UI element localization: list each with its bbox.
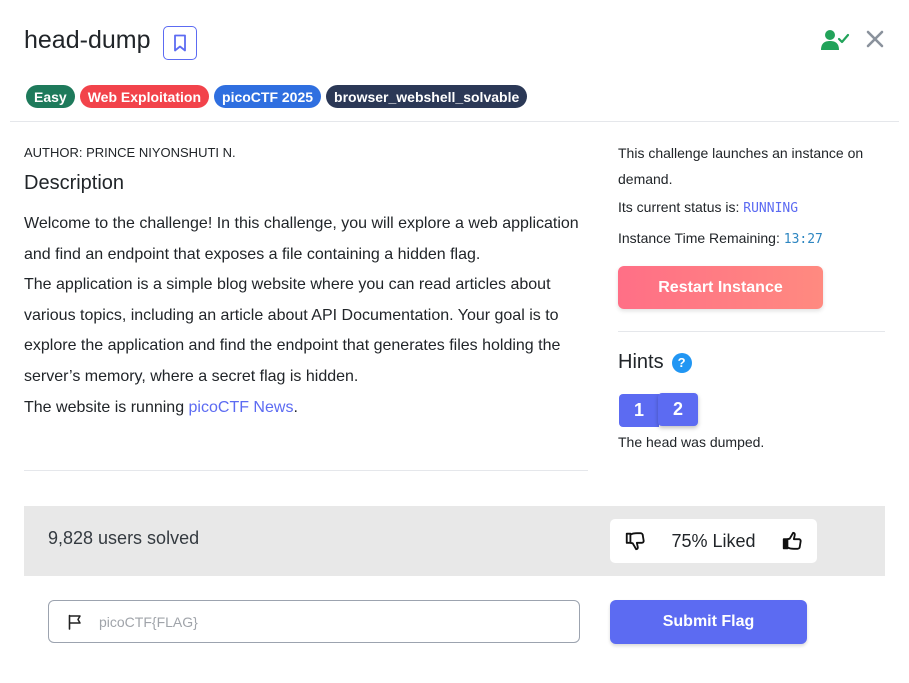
description-body: Welcome to the challenge! In this challe… [24, 209, 584, 423]
bookmark-button[interactable] [163, 26, 197, 60]
hints-title: Hints [618, 351, 664, 373]
tag-webshell[interactable]: browser_webshell_solvable [326, 85, 528, 108]
challenge-modal: head-dump Easy Web Exploitation picoCTF … [0, 0, 909, 683]
submit-flag-button[interactable]: Submit Flag [610, 600, 807, 644]
bookmark-icon [174, 34, 186, 52]
tag-event[interactable]: picoCTF 2025 [214, 85, 322, 108]
tag-category[interactable]: Web Exploitation [79, 85, 210, 108]
time-label: Instance Time Remaining: [618, 230, 784, 246]
user-check-icon[interactable] [820, 28, 850, 52]
help-icon[interactable]: ? [671, 352, 692, 373]
instance-launch-text: This challenge launches an instance on d… [618, 145, 864, 187]
close-icon[interactable] [864, 28, 886, 50]
description-text: The website is running [24, 398, 189, 416]
hint-text: The head was dumped. [618, 434, 765, 450]
description-paragraph: Welcome to the challenge! In this challe… [24, 215, 579, 263]
hint-button-1[interactable]: 1 [619, 394, 659, 427]
description-heading: Description [24, 172, 125, 194]
stats-bar: 9,828 users solved 75% Liked [24, 506, 885, 576]
description-paragraph: The application is a simple blog website… [24, 276, 561, 385]
instance-time: Instance Time Remaining: 13:27 [618, 230, 823, 247]
header-divider [10, 121, 899, 122]
thumbs-down-icon[interactable] [624, 530, 646, 552]
restart-instance-button[interactable]: Restart Instance [618, 266, 823, 309]
flag-icon [68, 614, 81, 630]
status-label: Its current status is: [618, 199, 744, 215]
description-text: . [293, 398, 298, 416]
like-box: 75% Liked [610, 519, 817, 563]
hints-divider [618, 331, 885, 332]
status-value: RUNNING [743, 201, 799, 216]
solved-count: 9,828 users solved [48, 528, 200, 548]
author-label: AUTHOR: PRINCE NIYONSHUTI N. [24, 145, 236, 160]
hint-tabs: 1 2 [619, 393, 698, 427]
picoctf-news-link[interactable]: picoCTF News [189, 399, 294, 416]
thumbs-up-icon[interactable] [781, 530, 803, 552]
time-value: 13:27 [783, 232, 823, 247]
hint-button-2[interactable]: 2 [658, 393, 698, 426]
tag-difficulty[interactable]: Easy [26, 85, 75, 108]
flag-field[interactable] [48, 600, 580, 643]
tag-list: Easy Web Exploitation picoCTF 2025 brows… [26, 85, 528, 108]
flag-input[interactable] [99, 613, 539, 630]
description-divider [24, 470, 588, 471]
description-paragraph: The website is running picoCTF News. [24, 393, 584, 424]
instance-panel: This challenge launches an instance on d… [618, 140, 888, 309]
instance-status: Its current status is: RUNNING [618, 194, 888, 222]
liked-percentage: 75% Liked [671, 530, 756, 551]
page-title: head-dump [24, 26, 151, 54]
hints-heading: Hints ? [618, 351, 692, 374]
